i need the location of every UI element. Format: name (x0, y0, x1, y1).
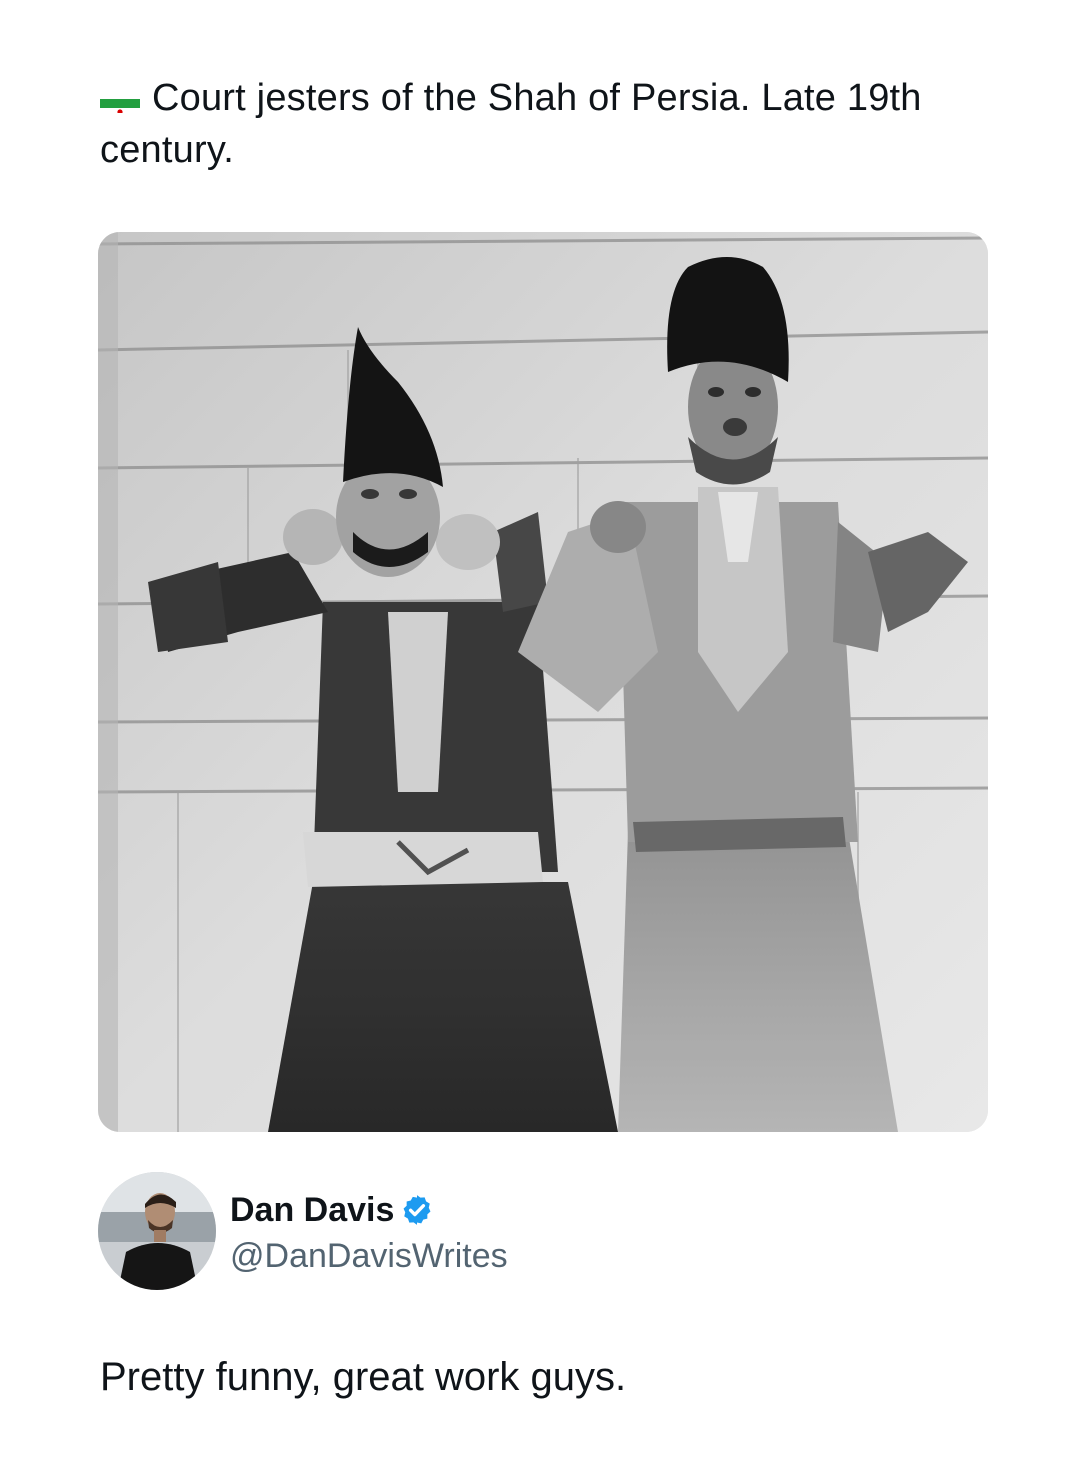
post-text: Pretty funny, great work guys. (100, 1355, 627, 1399)
post-photo[interactable] (98, 232, 988, 1132)
jesters-photo-image (98, 232, 988, 1132)
verified-badge-icon (400, 1193, 434, 1227)
author-avatar[interactable] (98, 1172, 216, 1290)
author-name-text: Dan Davis (230, 1191, 395, 1229)
caption-text: Court jesters of the Shah of Persia. Lat… (100, 77, 922, 171)
iran-flag-icon (100, 87, 140, 113)
author-handle[interactable]: @DanDavisWrites (230, 1236, 508, 1276)
post-author[interactable]: Dan Davis @DanDavisWrites (98, 1172, 978, 1292)
quoted-post-caption: Court jesters of the Shah of Persia. Lat… (100, 72, 980, 176)
author-name[interactable]: Dan Davis (230, 1190, 434, 1230)
